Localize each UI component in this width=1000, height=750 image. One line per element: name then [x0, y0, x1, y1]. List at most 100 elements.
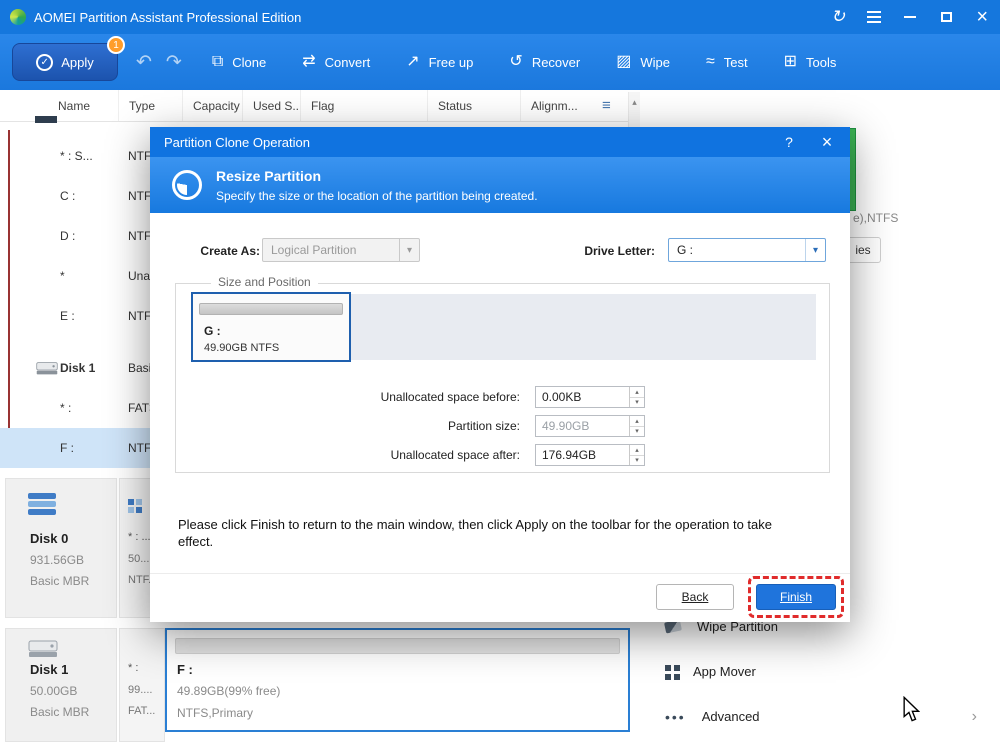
spinner-down-icon[interactable]	[630, 426, 644, 437]
finish-button[interactable]: Finish	[756, 584, 836, 610]
toolbar-test[interactable]: Test	[706, 54, 748, 70]
main-toolbar: Apply 1 Clone Convert Free up Recover	[0, 34, 1000, 90]
column-status[interactable]: Status	[427, 90, 520, 121]
list-view-icon[interactable]	[602, 97, 611, 114]
instruction-note: Please click Finish to return to the mai…	[178, 516, 808, 550]
group-title: Size and Position	[211, 275, 318, 289]
spinner-buttons[interactable]	[629, 445, 644, 465]
spinner-down-icon[interactable]	[630, 397, 644, 408]
create-as-value: Logical Partition	[263, 243, 399, 257]
help-icon[interactable]	[776, 127, 802, 157]
f-size: 49.89GB(99% free)	[177, 684, 280, 698]
drive-letter-value: G :	[669, 243, 805, 257]
undo-icon[interactable]	[136, 51, 152, 74]
disk1-partition-cell[interactable]: * : 99.... FAT...	[119, 628, 165, 742]
title-bar: AOMEI Partition Assistant Professional E…	[0, 0, 1000, 34]
f-name: F :	[177, 662, 193, 677]
create-as-label: Create As:	[170, 244, 260, 258]
spinner-buttons[interactable]	[629, 387, 644, 407]
column-capacity[interactable]: Capacity	[182, 90, 242, 121]
refresh-icon[interactable]	[820, 0, 856, 34]
recover-label: Recover	[532, 55, 580, 70]
partition-clone-dialog: Partition Clone Operation Resize Partiti…	[150, 127, 850, 622]
close-icon[interactable]	[964, 0, 1000, 34]
window-controls	[820, 0, 1000, 34]
toolbar-convert[interactable]: Convert	[302, 54, 370, 70]
chevron-down-icon	[805, 239, 825, 261]
unallocated-after-label: Unallocated space after:	[236, 448, 520, 462]
right-action-menu: Wipe Partition App Mover Advanced	[655, 604, 995, 739]
resize-handle[interactable]	[199, 303, 343, 315]
spinner-up-icon[interactable]	[630, 387, 644, 397]
create-as-dropdown: Logical Partition	[262, 238, 420, 262]
partition-size-box[interactable]: G : 49.90GB NTFS	[191, 292, 351, 362]
size-position-group: Size and Position G : 49.90GB NTFS Unall…	[175, 283, 830, 473]
row-name: * :	[0, 401, 118, 415]
column-name[interactable]: Name	[0, 90, 118, 121]
column-used-space[interactable]: Used S...	[242, 90, 300, 121]
redo-icon[interactable]	[166, 51, 182, 74]
spinner-down-icon[interactable]	[630, 455, 644, 466]
grid-icon	[665, 665, 671, 671]
convert-icon	[302, 54, 315, 70]
partition-size-input[interactable]	[536, 416, 629, 436]
ellipsis-icon	[665, 709, 686, 725]
dialog-close-icon[interactable]	[814, 127, 840, 157]
disk0-size: 931.56GB	[30, 553, 84, 567]
convert-label: Convert	[325, 55, 371, 70]
apply-button[interactable]: Apply 1	[12, 43, 118, 81]
row-name: D :	[0, 229, 118, 243]
dialog-header-title: Resize Partition	[216, 168, 321, 184]
partition-info-clipped: e),NTFS	[853, 211, 898, 225]
maximize-icon[interactable]	[928, 0, 964, 34]
toolbar-wipe[interactable]: Wipe	[616, 54, 670, 70]
toolbar-free-up[interactable]: Free up	[406, 54, 473, 70]
back-button[interactable]: Back	[656, 584, 734, 610]
app-window: AOMEI Partition Assistant Professional E…	[0, 0, 1000, 750]
dialog-separator	[150, 573, 850, 574]
toolbar-recover[interactable]: Recover	[509, 54, 580, 70]
column-type[interactable]: Type	[118, 90, 182, 121]
drive-letter-dropdown[interactable]: G :	[668, 238, 826, 262]
minimize-icon[interactable]	[892, 0, 928, 34]
unallocated-after-spinner	[535, 444, 645, 466]
toolbar-tools[interactable]: Tools	[784, 54, 837, 70]
drive-letter-label: Drive Letter:	[565, 244, 655, 258]
disk1-name: Disk 1	[30, 662, 68, 677]
disk-icon	[36, 361, 58, 376]
disk0-panel[interactable]: Disk 0 931.56GB Basic MBR	[5, 478, 117, 618]
toolbar-items: Clone Convert Free up Recover Wipe Test	[212, 54, 837, 70]
test-label: Test	[724, 55, 748, 70]
clone-label: Clone	[232, 55, 266, 70]
spinner-up-icon[interactable]	[630, 416, 644, 426]
menu-icon[interactable]	[856, 0, 892, 34]
tools-icon	[784, 54, 797, 70]
history-buttons	[136, 51, 182, 74]
unallocated-before-label: Unallocated space before:	[236, 390, 520, 404]
properties-button-clipped[interactable]: ies	[845, 237, 881, 263]
row-name: *	[0, 269, 118, 283]
column-alignment[interactable]: Alignm...	[520, 90, 598, 121]
partition-f-cell-selected[interactable]: F : 49.89GB(99% free) NTFS,Primary	[165, 628, 630, 732]
dialog-title-bar[interactable]: Partition Clone Operation	[150, 127, 850, 157]
apply-label: Apply	[61, 55, 94, 70]
disk0-style: Basic MBR	[30, 574, 89, 588]
menu-label: App Mover	[693, 664, 756, 679]
unallocated-before-input[interactable]	[536, 387, 629, 407]
toolbar-clone[interactable]: Clone	[212, 54, 266, 70]
partition-size-spinner	[535, 415, 645, 437]
apply-badge: 1	[107, 36, 125, 54]
chevron-right-icon	[972, 708, 977, 726]
f-fs: NTFS,Primary	[177, 706, 253, 720]
disk0-icon	[28, 493, 56, 517]
menu-app-mover[interactable]: App Mover	[655, 649, 995, 694]
spinner-up-icon[interactable]	[630, 445, 644, 455]
column-flag[interactable]: Flag	[300, 90, 427, 121]
test-icon	[706, 54, 715, 70]
spinner-buttons[interactable]	[629, 416, 644, 436]
disk1-panel[interactable]: Disk 1 50.00GB Basic MBR	[5, 628, 117, 742]
menu-advanced[interactable]: Advanced	[655, 694, 995, 739]
unallocated-after-input[interactable]	[536, 445, 629, 465]
part-name: * : ...	[128, 531, 151, 543]
dialog-title: Partition Clone Operation	[164, 135, 310, 150]
